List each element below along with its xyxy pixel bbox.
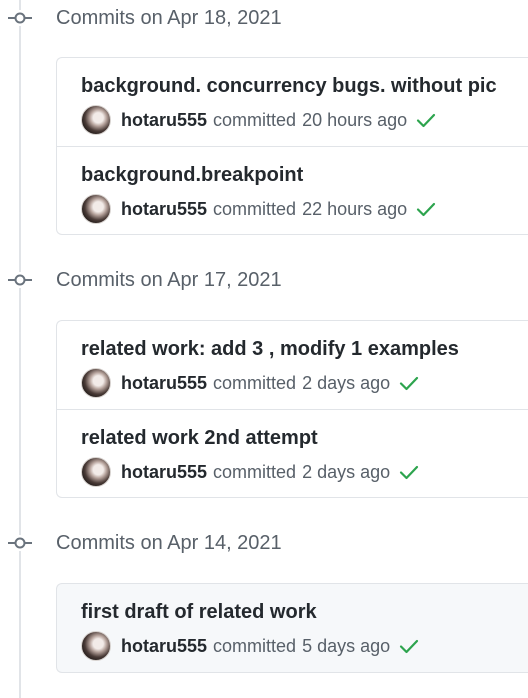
git-commit-icon <box>8 535 32 551</box>
user-avatar[interactable] <box>81 631 111 661</box>
commit-row: related work: add 3 , modify 1 examples … <box>57 321 528 409</box>
commit-group-title: Commits on Apr 18, 2021 <box>56 7 282 29</box>
commit-meta: hotaru555 committed 22 hours ago <box>81 193 437 225</box>
commit-time: 22 hours ago <box>302 198 408 219</box>
user-avatar[interactable] <box>81 457 111 487</box>
commit-message-link[interactable]: first draft of related work <box>81 600 317 624</box>
git-commit-icon <box>8 272 32 288</box>
commit-list: background. concurrency bugs. without pi… <box>56 57 528 235</box>
commit-group-title: Commits on Apr 14, 2021 <box>56 532 282 554</box>
commit-time: 2 days ago <box>302 372 391 393</box>
commit-time: 5 days ago <box>302 635 391 656</box>
commit-meta: hotaru555 committed 20 hours ago <box>81 104 437 136</box>
user-avatar[interactable] <box>81 368 111 398</box>
git-commit-icon <box>8 10 32 26</box>
commit-author-link[interactable]: hotaru555 <box>121 199 207 220</box>
check-icon[interactable] <box>398 635 420 657</box>
commit-group-title: Commits on Apr 17, 2021 <box>56 269 282 291</box>
commit-list: related work: add 3 , modify 1 examples … <box>56 320 528 498</box>
commit-action-text: committed <box>213 372 297 393</box>
commit-author-link[interactable]: hotaru555 <box>121 110 207 131</box>
commit-row: first draft of related work hotaru555 co… <box>57 584 528 672</box>
commit-action-text: committed <box>213 109 297 130</box>
commit-message-link[interactable]: background.breakpoint <box>81 163 303 187</box>
commit-row: background.breakpoint hotaru555 committe… <box>57 146 528 234</box>
check-icon[interactable] <box>398 461 420 483</box>
commit-action-text: committed <box>213 635 297 656</box>
user-avatar[interactable] <box>81 194 111 224</box>
user-avatar[interactable] <box>81 105 111 135</box>
commit-message-link[interactable]: related work: add 3 , modify 1 examples <box>81 337 459 361</box>
timeline-line <box>19 0 21 698</box>
commit-author-link[interactable]: hotaru555 <box>121 462 207 483</box>
commit-meta: hotaru555 committed 2 days ago <box>81 367 420 399</box>
check-icon[interactable] <box>415 109 437 131</box>
commit-author-link[interactable]: hotaru555 <box>121 373 207 394</box>
commit-message-link[interactable]: background. concurrency bugs. without pi… <box>81 74 497 98</box>
commit-row: background. concurrency bugs. without pi… <box>57 58 528 146</box>
commit-list: first draft of related work hotaru555 co… <box>56 583 528 673</box>
commit-action-text: committed <box>213 461 297 482</box>
commit-meta: hotaru555 committed 2 days ago <box>81 456 420 488</box>
commit-author-link[interactable]: hotaru555 <box>121 636 207 657</box>
commit-row: related work 2nd attempt hotaru555 commi… <box>57 409 528 497</box>
commit-time: 2 days ago <box>302 461 391 482</box>
commit-message-link[interactable]: related work 2nd attempt <box>81 426 318 450</box>
commit-time: 20 hours ago <box>302 109 408 130</box>
check-icon[interactable] <box>415 198 437 220</box>
commit-meta: hotaru555 committed 5 days ago <box>81 630 420 662</box>
commit-action-text: committed <box>213 198 297 219</box>
check-icon[interactable] <box>398 372 420 394</box>
